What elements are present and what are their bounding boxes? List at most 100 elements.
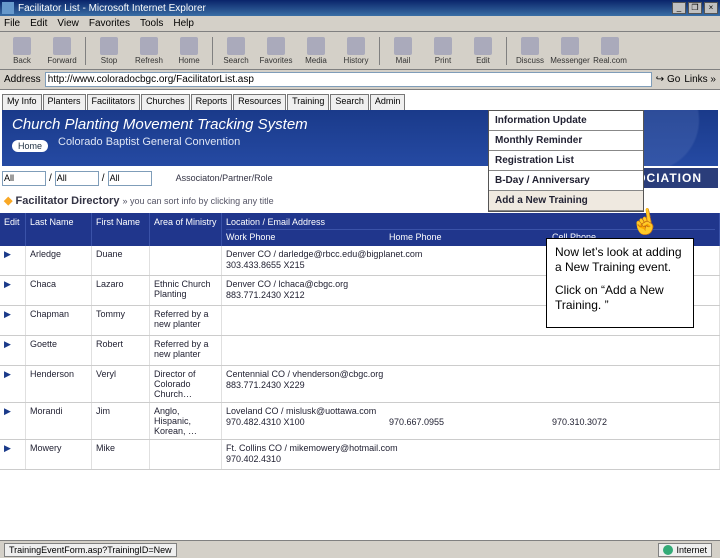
menu-tools[interactable]: Tools <box>140 18 163 29</box>
cell-lastname: Henderson <box>26 366 92 402</box>
cell-contact: Loveland CO / mislusk@uottawa.com970.482… <box>222 403 720 439</box>
links-button[interactable]: Links » <box>684 74 716 85</box>
stop-button[interactable]: Stop <box>89 37 129 65</box>
status-bar: TrainingEventForm.asp?TrainingID=New Int… <box>0 540 720 558</box>
col-edit[interactable]: Edit <box>0 213 26 246</box>
cell-firstname: Robert <box>92 336 150 365</box>
mail-icon <box>394 37 412 55</box>
discuss-button[interactable]: Discuss <box>510 37 550 65</box>
realcom-icon <box>601 37 619 55</box>
window-titlebar: Facilitator List - Microsoft Internet Ex… <box>0 0 720 16</box>
edit-row-button[interactable]: ▶ <box>0 403 26 439</box>
cell-firstname: Tommy <box>92 306 150 335</box>
cell-lastname: Chaca <box>26 276 92 305</box>
admin-item-info-update[interactable]: Information Update <box>489 111 643 131</box>
forward-button[interactable]: Forward <box>42 37 82 65</box>
cell-lastname: Arledge <box>26 246 92 275</box>
col-lastname[interactable]: Last Name <box>26 213 92 246</box>
admin-item-bday-anniversary[interactable]: B-Day / Anniversary <box>489 171 643 191</box>
col-firstname[interactable]: First Name <box>92 213 150 246</box>
search-icon <box>227 37 245 55</box>
refresh-button[interactable]: Refresh <box>129 37 169 65</box>
favorites-button[interactable]: Favorites <box>256 37 296 65</box>
editdoc-button[interactable]: Edit <box>463 37 503 65</box>
banner-home-button[interactable]: Home <box>12 140 48 152</box>
messenger-icon <box>561 37 579 55</box>
tab-training[interactable]: Training <box>287 94 329 110</box>
search-button[interactable]: Search <box>216 37 256 65</box>
window-title: Facilitator List - Microsoft Internet Ex… <box>18 3 670 14</box>
edit-row-button[interactable]: ▶ <box>0 336 26 365</box>
cell-area <box>150 246 222 275</box>
stop-icon <box>100 37 118 55</box>
print-button[interactable]: Print <box>423 37 463 65</box>
messenger-button[interactable]: Messenger <box>550 37 590 65</box>
cell-contact: Centennial CO / vhenderson@cbgc.org883.7… <box>222 366 720 402</box>
page-content: My Info Planters Facilitators Churches R… <box>0 90 720 540</box>
cell-firstname: Jim <box>92 403 150 439</box>
globe-icon <box>663 545 673 555</box>
tab-reports[interactable]: Reports <box>191 94 233 110</box>
mail-button[interactable]: Mail <box>383 37 423 65</box>
realcom-button[interactable]: Real.com <box>590 37 630 65</box>
back-button[interactable]: Back <box>2 37 42 65</box>
print-icon <box>434 37 452 55</box>
status-left: TrainingEventForm.asp?TrainingID=New <box>4 543 177 557</box>
edit-row-button[interactable]: ▶ <box>0 366 26 402</box>
admin-item-registration-list[interactable]: Registration List <box>489 151 643 171</box>
menu-file[interactable]: File <box>4 18 20 29</box>
tab-facilitators[interactable]: Facilitators <box>87 94 141 110</box>
cell-contact <box>222 336 720 365</box>
pointer-hand-icon: ☝ <box>628 206 662 240</box>
edit-row-button[interactable]: ▶ <box>0 306 26 335</box>
home-button[interactable]: Home <box>169 37 209 65</box>
cell-area: Anglo, Hispanic, Korean, … <box>150 403 222 439</box>
callout-text-2: Click on “Add a New Training. ” <box>555 283 685 313</box>
back-icon <box>13 37 31 55</box>
admin-item-monthly-reminder[interactable]: Monthly Reminder <box>489 131 643 151</box>
cell-area: Referred by a new planter <box>150 336 222 365</box>
tab-resources[interactable]: Resources <box>233 94 286 110</box>
edit-row-button[interactable]: ▶ <box>0 276 26 305</box>
tab-churches[interactable]: Churches <box>141 94 190 110</box>
filter-select-3[interactable]: All <box>108 171 152 186</box>
cell-area <box>150 440 222 469</box>
menu-view[interactable]: View <box>57 18 79 29</box>
ie-icon <box>2 2 14 14</box>
menu-edit[interactable]: Edit <box>30 18 47 29</box>
minimize-button[interactable]: _ <box>672 2 686 14</box>
close-button[interactable]: × <box>704 2 718 14</box>
tab-search[interactable]: Search <box>330 94 369 110</box>
discuss-icon <box>521 37 539 55</box>
callout-text-1: Now let’s look at adding a New Training … <box>555 245 685 275</box>
cell-lastname: Goette <box>26 336 92 365</box>
go-button[interactable]: ↪ Go <box>656 74 681 85</box>
cell-area: Referred by a new planter <box>150 306 222 335</box>
forward-icon <box>53 37 71 55</box>
address-input[interactable] <box>45 72 652 87</box>
address-label: Address <box>4 74 41 85</box>
filter-select-1[interactable]: All <box>2 171 46 186</box>
star-icon <box>267 37 285 55</box>
col-area[interactable]: Area of Ministry <box>150 213 222 246</box>
filter-select-2[interactable]: All <box>55 171 99 186</box>
refresh-icon <box>140 37 158 55</box>
toolbar: Back Forward Stop Refresh Home Search Fa… <box>0 32 720 70</box>
edit-row-button[interactable]: ▶ <box>0 440 26 469</box>
media-button[interactable]: Media <box>296 37 336 65</box>
menu-favorites[interactable]: Favorites <box>89 18 130 29</box>
tab-myinfo[interactable]: My Info <box>2 94 42 110</box>
table-row: ▶GoetteRobertReferred by a new planter <box>0 336 720 366</box>
nav-tabs: My Info Planters Facilitators Churches R… <box>2 94 720 110</box>
admin-dropdown: Information Update Monthly Reminder Regi… <box>488 110 644 212</box>
cell-lastname: Chapman <box>26 306 92 335</box>
cell-firstname: Lazaro <box>92 276 150 305</box>
edit-row-button[interactable]: ▶ <box>0 246 26 275</box>
maximize-button[interactable]: ❐ <box>688 2 702 14</box>
tab-planters[interactable]: Planters <box>43 94 86 110</box>
tab-admin[interactable]: Admin <box>370 94 406 110</box>
admin-item-add-new-training[interactable]: Add a New Training <box>489 191 643 211</box>
menu-help[interactable]: Help <box>173 18 194 29</box>
status-internet: Internet <box>658 543 712 557</box>
history-button[interactable]: History <box>336 37 376 65</box>
